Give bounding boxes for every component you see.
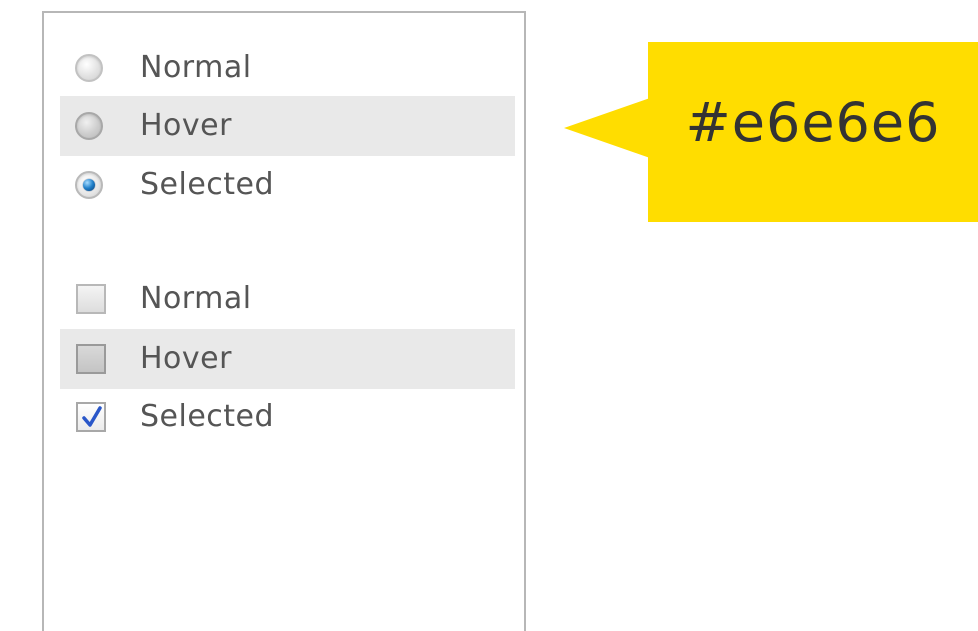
checkbox-selected-icon[interactable] [76,402,106,432]
radio-label-hover: Hover [140,108,232,143]
controls-panel: Normal Hover Selected Normal Hover Selec… [42,11,526,631]
radio-button-normal-icon[interactable] [75,54,103,82]
color-callout: #e6e6e6 [564,42,978,222]
checkbox-label-hover: Hover [140,341,232,376]
radio-button-selected-icon[interactable] [75,171,103,199]
radio-button-hover-icon[interactable] [75,112,103,140]
checkbox-row-selected[interactable]: Selected [60,387,515,447]
radio-row-hover[interactable]: Hover [60,96,515,156]
radio-label-normal: Normal [140,50,252,85]
checkbox-hover-icon[interactable] [76,344,106,374]
callout-color-code: #e6e6e6 [685,90,941,154]
radio-label-selected: Selected [140,167,275,202]
checkmark-icon [82,406,102,427]
checkbox-row-hover[interactable]: Hover [60,329,515,389]
checkbox-label-normal: Normal [140,281,252,316]
callout-pointer [564,98,650,158]
checkbox-row-normal[interactable]: Normal [60,269,515,329]
checkbox-label-selected: Selected [140,399,275,434]
radio-row-selected[interactable]: Selected [60,155,515,215]
checkbox-normal-icon[interactable] [76,284,106,314]
radio-row-normal[interactable]: Normal [60,38,515,98]
